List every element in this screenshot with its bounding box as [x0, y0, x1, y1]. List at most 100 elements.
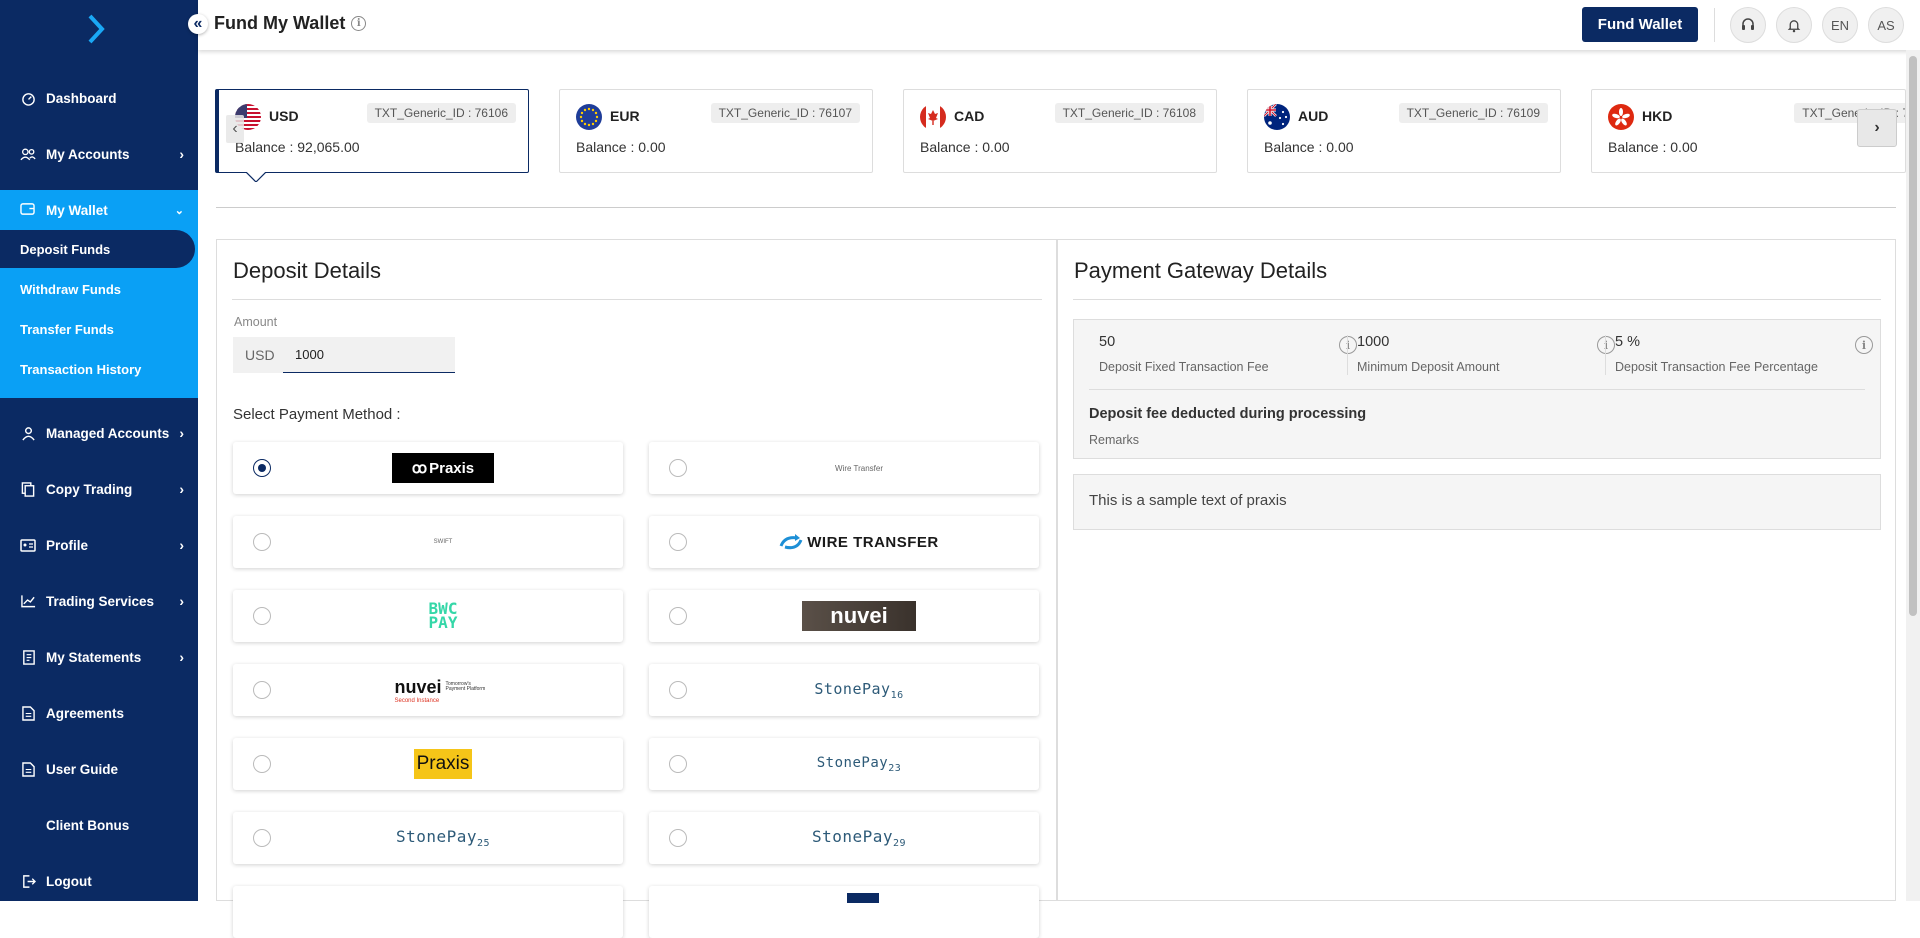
sidebar-item-label: Dashboard [46, 90, 117, 106]
sidebar-item-client-bonus[interactable]: Client Bonus [0, 805, 198, 845]
user-icon [20, 425, 36, 441]
sidebar-item-user-guide[interactable]: User Guide [0, 749, 198, 789]
logo-text: Praxis [429, 459, 475, 477]
sidebar-item-my-statements[interactable]: My Statements › [0, 637, 198, 677]
support-icon[interactable] [1730, 7, 1766, 43]
radio-button[interactable] [253, 755, 271, 773]
scrollbar-thumb[interactable] [1909, 56, 1917, 616]
chart-icon [20, 593, 36, 609]
field-label: Deposit Transaction Fee Percentage [1615, 360, 1818, 374]
logo-subtext: Second Instance [394, 697, 440, 704]
payment-method-row-partial[interactable] [649, 886, 1039, 938]
sidebar-item-label: User Guide [46, 761, 119, 777]
payment-method-wire-transfer[interactable]: Wire Transfer [649, 442, 1039, 494]
currency-code: HKD [1642, 108, 1673, 124]
payment-method-praxis-2[interactable]: Praxis [233, 738, 623, 790]
sidebar-subitem-withdraw-funds[interactable]: Withdraw Funds [0, 270, 198, 308]
logo-text: nuvei [394, 676, 442, 697]
logo-text: Praxis [414, 749, 472, 779]
info-icon[interactable]: i [351, 16, 367, 31]
radio-button[interactable] [669, 829, 687, 847]
sidebar-item-trading-services[interactable]: Trading Services › [0, 581, 198, 621]
currency-code: USD [269, 108, 299, 124]
radio-button[interactable] [253, 459, 271, 477]
sidebar-item-logout[interactable]: Logout [0, 861, 198, 901]
sidebar-subitem-deposit-funds[interactable]: Deposit Funds [0, 230, 195, 268]
payment-logo: SWIFT [293, 516, 593, 568]
payment-logo [847, 893, 879, 903]
profile-icon [20, 537, 36, 553]
radio-button[interactable] [253, 607, 271, 625]
info-icon[interactable]: i [1855, 336, 1873, 354]
logo-text: BWC PAY [428, 598, 458, 632]
logo-tagline: Tomorrow's Payment Platform [445, 680, 486, 692]
chevron-right-icon: › [179, 481, 184, 497]
radio-button[interactable] [669, 533, 687, 551]
sidebar-item-label: Logout [46, 873, 92, 889]
copy-icon [20, 481, 36, 497]
radio-button[interactable] [669, 681, 687, 699]
sidebar-item-my-wallet[interactable]: My Wallet ⌄ [0, 190, 198, 230]
info-icon[interactable]: i [1597, 336, 1615, 354]
radio-button[interactable] [253, 829, 271, 847]
sidebar-subitem-transaction-history[interactable]: Transaction History [0, 350, 198, 388]
radio-button[interactable] [669, 755, 687, 773]
payment-method-stonepay-29[interactable]: StonePay29 [649, 812, 1039, 864]
sidebar-item-dashboard[interactable]: Dashboard [0, 78, 198, 118]
logo-chevron-icon[interactable] [86, 12, 106, 46]
payment-method-stonepay-23[interactable]: StonePay23 [649, 738, 1039, 790]
bell-icon[interactable] [1776, 7, 1812, 43]
page-title-text: Fund My Wallet [214, 13, 346, 33]
amount-input[interactable]: 1000 [283, 337, 455, 373]
radio-button[interactable] [669, 607, 687, 625]
subitem-label: Transfer Funds [20, 321, 114, 337]
radio-button[interactable] [253, 681, 271, 699]
avatar[interactable]: AS [1868, 7, 1904, 43]
carousel-prev-button[interactable]: ‹ [226, 115, 244, 143]
currency-balance: Balance : 0.00 [576, 139, 666, 155]
logo-text: WIRE TRANSFER [807, 533, 939, 551]
eu-flag-icon [576, 104, 602, 130]
topbar: Fund My Wallet i Fund Wallet EN AS [198, 0, 1920, 50]
payment-method-bwc-pay[interactable]: BWC PAY [233, 590, 623, 642]
radio-button[interactable] [253, 533, 271, 551]
payment-method-wire-transfer-2[interactable]: WIRE TRANSFER [649, 516, 1039, 568]
sidebar-item-agreements[interactable]: Agreements [0, 693, 198, 733]
currency-card-usd[interactable]: USD TXT_Generic_ID : 76106 Balance : 92,… [215, 89, 529, 173]
payment-logo: nuvei [709, 590, 1009, 642]
language-button[interactable]: EN [1822, 7, 1858, 43]
subitem-label: Transaction History [20, 361, 142, 377]
payment-method-stonepay-25[interactable]: StonePay25 [233, 812, 623, 864]
carousel-next-button[interactable]: › [1857, 109, 1897, 147]
payment-method-row-partial[interactable] [233, 886, 623, 938]
sidebar-item-my-accounts[interactable]: My Accounts › [0, 134, 198, 174]
field-label: Minimum Deposit Amount [1357, 360, 1500, 374]
payment-method-nuvei[interactable]: nuvei [649, 590, 1039, 642]
page-title: Fund My Wallet i [214, 13, 367, 34]
remarks-label: Remarks [1089, 433, 1140, 447]
fee-percentage-field: 5 % Deposit Transaction Fee Percentage i [1615, 320, 1873, 390]
page-scrollbar[interactable] [1906, 50, 1920, 901]
currency-card-aud[interactable]: AUD TXT_Generic_ID : 76109 Balance : 0.0… [1247, 89, 1561, 173]
info-icon[interactable]: i [1339, 336, 1357, 354]
payment-method-praxis[interactable]: ꝏ Praxis [233, 442, 623, 494]
sidebar-subitem-transfer-funds[interactable]: Transfer Funds [0, 310, 198, 348]
payment-logo: Praxis [293, 738, 593, 790]
payment-method-nuvei-second[interactable]: nuvei Tomorrow's Payment Platform Second… [233, 664, 623, 716]
sidebar-item-profile[interactable]: Profile › [0, 525, 198, 565]
payment-method-swift[interactable]: SWIFT [233, 516, 623, 568]
payment-method-stonepay-16[interactable]: StonePay16 [649, 664, 1039, 716]
collapse-sidebar-button[interactable]: « [188, 14, 208, 34]
document-icon [20, 705, 36, 721]
currency-code: CAD [954, 108, 985, 124]
divider [216, 207, 1896, 208]
sidebar-item-managed-accounts[interactable]: Managed Accounts › [0, 413, 198, 453]
radio-button[interactable] [669, 459, 687, 477]
deposit-details-title: Deposit Details [233, 258, 381, 283]
document-icon [20, 761, 36, 777]
currency-card-cad[interactable]: CAD TXT_Generic_ID : 76108 Balance : 0.0… [903, 89, 1217, 173]
sidebar-item-label: My Accounts [46, 146, 130, 162]
sidebar-item-copy-trading[interactable]: Copy Trading › [0, 469, 198, 509]
currency-card-eur[interactable]: EUR TXT_Generic_ID : 76107 Balance : 0.0… [559, 89, 873, 173]
fund-wallet-button[interactable]: Fund Wallet [1582, 7, 1698, 42]
